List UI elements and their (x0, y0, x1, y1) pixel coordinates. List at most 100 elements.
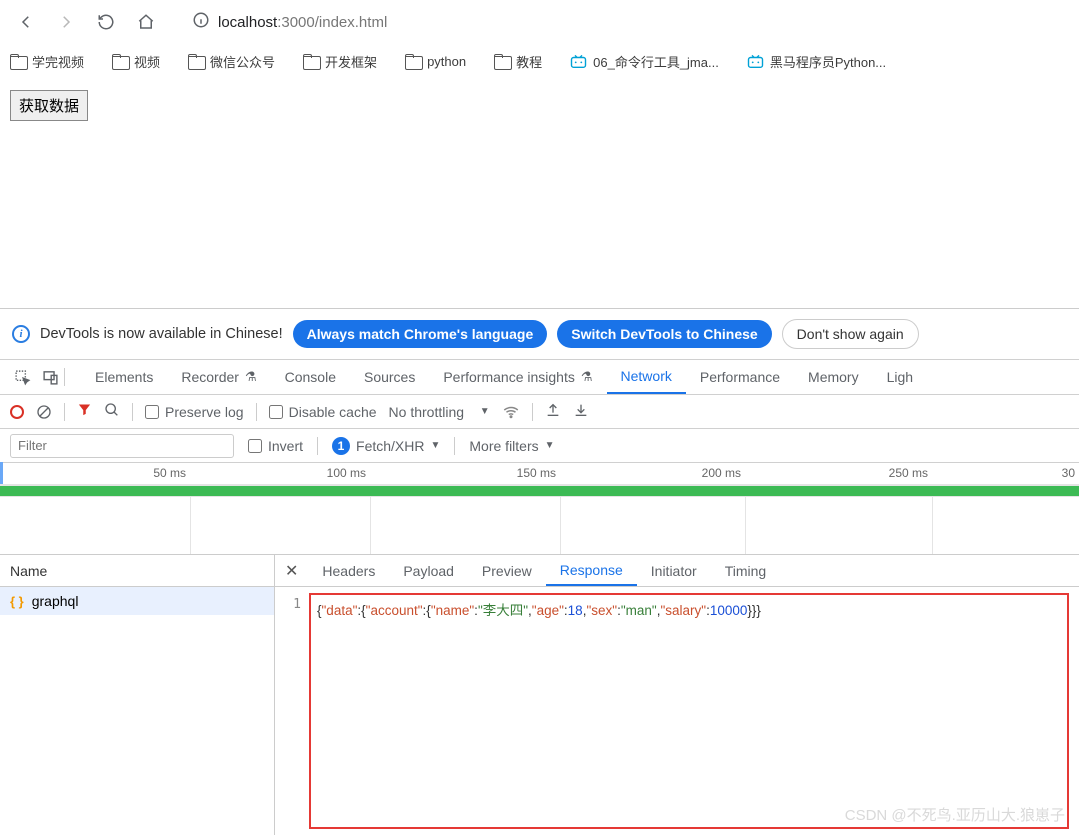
invert-checkbox[interactable]: Invert (248, 438, 303, 454)
watermark: CSDN @不死鸟.亚历山大.狼崽子 (845, 804, 1065, 825)
bilibili-icon (747, 54, 764, 68)
bookmark-item[interactable]: 微信公众号 (188, 52, 275, 71)
response-body: 1 {"data":{"account":{"name":"李大四","age"… (275, 587, 1079, 835)
disable-cache-checkbox[interactable]: Disable cache (269, 404, 377, 420)
more-filters[interactable]: More filters ▼ (469, 438, 554, 454)
timeline-tick: 30 (1062, 466, 1079, 480)
url-bar[interactable]: localhost:3000/index.html (180, 5, 1069, 39)
back-button[interactable] (10, 6, 42, 38)
chevron-down-icon: ▼ (430, 440, 440, 451)
preserve-log-checkbox[interactable]: Preserve log (145, 404, 244, 420)
tab-performance-insights[interactable]: Performance insights⚗ (429, 360, 606, 394)
bookmark-item[interactable]: 黑马程序员Python... (747, 52, 886, 71)
tab-recorder[interactable]: Recorder⚗ (167, 360, 270, 394)
fetch-xhr-filter[interactable]: 1 Fetch/XHR ▼ (332, 437, 440, 455)
folder-icon (303, 54, 319, 68)
chevron-down-icon: ▼ (545, 440, 555, 451)
tab-console[interactable]: Console (271, 360, 350, 394)
bookmark-item[interactable]: 教程 (494, 52, 542, 71)
request-row-graphql[interactable]: { } graphql (0, 587, 274, 615)
column-header-name[interactable]: Name (0, 555, 274, 587)
throttling-select[interactable]: No throttling ▼ (389, 404, 490, 420)
timeline-tick: 200 ms (702, 466, 745, 480)
bookmark-item[interactable]: 开发框架 (303, 52, 377, 71)
dont-show-button[interactable]: Don't show again (782, 319, 919, 349)
device-toggle-icon[interactable] (36, 363, 64, 391)
waterfall-area[interactable] (0, 497, 1079, 555)
count-badge: 1 (332, 437, 350, 455)
timeline-header[interactable]: 50 ms 100 ms 150 ms 200 ms 250 ms 30 (0, 463, 1079, 485)
flask-icon: ⚗ (581, 369, 593, 385)
line-number: 1 (285, 593, 309, 829)
bookmark-item[interactable]: 视频 (112, 52, 160, 71)
upload-har-icon[interactable] (545, 402, 561, 421)
tab-lighthouse[interactable]: Ligh (873, 360, 927, 394)
detail-tab-payload[interactable]: Payload (389, 555, 468, 586)
request-list: Name { } graphql (0, 555, 275, 835)
json-icon: { } (10, 594, 24, 609)
info-icon: i (12, 325, 30, 343)
timeline-tick: 50 ms (153, 466, 190, 480)
separator (454, 437, 455, 455)
filter-input[interactable] (10, 434, 234, 458)
timeline-tick: 100 ms (327, 466, 370, 480)
separator (256, 403, 257, 421)
network-split: Name { } graphql ✕ Headers Payload Previ… (0, 555, 1079, 835)
separator (317, 437, 318, 455)
bookmark-item[interactable]: 学完视频 (10, 52, 84, 71)
flask-icon: ⚗ (245, 369, 257, 385)
close-detail-button[interactable]: ✕ (285, 561, 308, 581)
detail-tab-timing[interactable]: Timing (711, 555, 781, 586)
detail-tab-headers[interactable]: Headers (308, 555, 389, 586)
filter-toggle-icon[interactable] (77, 402, 92, 421)
timeline-tick: 250 ms (889, 466, 932, 480)
detail-tabs: ✕ Headers Payload Preview Response Initi… (275, 555, 1079, 587)
bilibili-icon (570, 54, 587, 68)
timeline-tick: 150 ms (517, 466, 560, 480)
tab-sources[interactable]: Sources (350, 360, 429, 394)
filter-row: Invert 1 Fetch/XHR ▼ More filters ▼ (0, 429, 1079, 463)
notice-text: DevTools is now available in Chinese! (40, 326, 283, 342)
folder-icon (494, 54, 510, 68)
tab-elements[interactable]: Elements (81, 360, 167, 394)
request-detail: ✕ Headers Payload Preview Response Initi… (275, 555, 1079, 835)
clear-button[interactable] (36, 404, 52, 420)
language-notice: i DevTools is now available in Chinese! … (0, 309, 1079, 359)
url-text: localhost:3000/index.html (218, 14, 387, 31)
forward-button[interactable] (50, 6, 82, 38)
bookmarks-bar: 学完视频 视频 微信公众号 开发框架 python 教程 06_命令行工具_jm… (0, 44, 1079, 78)
detail-tab-initiator[interactable]: Initiator (637, 555, 711, 586)
devtools-panel: i DevTools is now available in Chinese! … (0, 308, 1079, 835)
inspect-icon[interactable] (8, 363, 36, 391)
tab-performance[interactable]: Performance (686, 360, 794, 394)
separator (64, 403, 65, 421)
switch-chinese-button[interactable]: Switch DevTools to Chinese (557, 320, 771, 348)
chevron-down-icon: ▼ (480, 406, 490, 417)
browser-nav: localhost:3000/index.html (0, 0, 1079, 44)
devtools-tabs: Elements Recorder⚗ Console Sources Perfo… (0, 359, 1079, 395)
fetch-data-button[interactable]: 获取数据 (10, 90, 88, 121)
tab-memory[interactable]: Memory (794, 360, 873, 394)
network-toolbar: Preserve log Disable cache No throttling… (0, 395, 1079, 429)
separator (532, 403, 533, 421)
detail-tab-preview[interactable]: Preview (468, 555, 546, 586)
reload-button[interactable] (90, 6, 122, 38)
folder-icon (405, 54, 421, 68)
folder-icon (188, 54, 204, 68)
tab-network[interactable]: Network (607, 360, 686, 394)
response-json[interactable]: {"data":{"account":{"name":"李大四","age":1… (309, 593, 1069, 829)
home-button[interactable] (130, 6, 162, 38)
separator (64, 368, 65, 386)
waterfall-overview[interactable] (0, 485, 1079, 497)
network-conditions-icon[interactable] (502, 401, 520, 422)
record-button[interactable] (10, 405, 24, 419)
bookmark-item[interactable]: 06_命令行工具_jma... (570, 52, 719, 71)
always-match-button[interactable]: Always match Chrome's language (293, 320, 548, 348)
download-har-icon[interactable] (573, 402, 589, 421)
site-info-icon[interactable] (192, 11, 210, 34)
search-icon[interactable] (104, 402, 120, 421)
separator (132, 403, 133, 421)
folder-icon (112, 54, 128, 68)
detail-tab-response[interactable]: Response (546, 555, 637, 586)
bookmark-item[interactable]: python (405, 54, 466, 69)
